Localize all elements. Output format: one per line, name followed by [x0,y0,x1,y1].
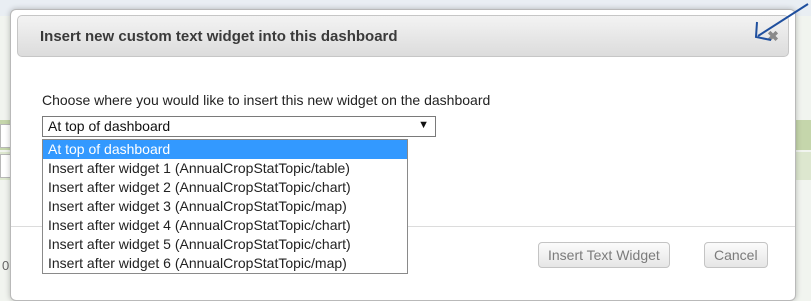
option-item[interactable]: Insert after widget 3 (AnnualCropStatTop… [43,197,407,216]
option-item[interactable]: Insert after widget 2 (AnnualCropStatTop… [43,178,407,197]
option-item[interactable]: Insert after widget 6 (AnnualCropStatTop… [43,254,407,273]
option-item[interactable]: Insert after widget 1 (AnnualCropStatTop… [43,159,407,178]
insert-text-widget-button[interactable]: Insert Text Widget [538,242,670,268]
select-current-value: At top of dashboard [48,118,171,134]
annotation-arrow-icon [754,3,809,41]
insert-position-select[interactable]: At top of dashboard ▼ [42,116,436,137]
option-item[interactable]: Insert after widget 4 (AnnualCropStatTop… [43,216,407,235]
option-item[interactable]: Insert after widget 5 (AnnualCropStatTop… [43,235,407,254]
insert-position-prompt: Choose where you would like to insert th… [42,92,491,108]
option-item[interactable]: At top of dashboard [43,140,407,159]
chevron-down-icon: ▼ [418,119,429,131]
insert-position-options: At top of dashboard Insert after widget … [42,139,408,274]
dialog-title: Insert new custom text widget into this … [40,28,398,45]
cancel-button[interactable]: Cancel [704,242,768,268]
dialog-titlebar: Insert new custom text widget into this … [17,15,789,57]
